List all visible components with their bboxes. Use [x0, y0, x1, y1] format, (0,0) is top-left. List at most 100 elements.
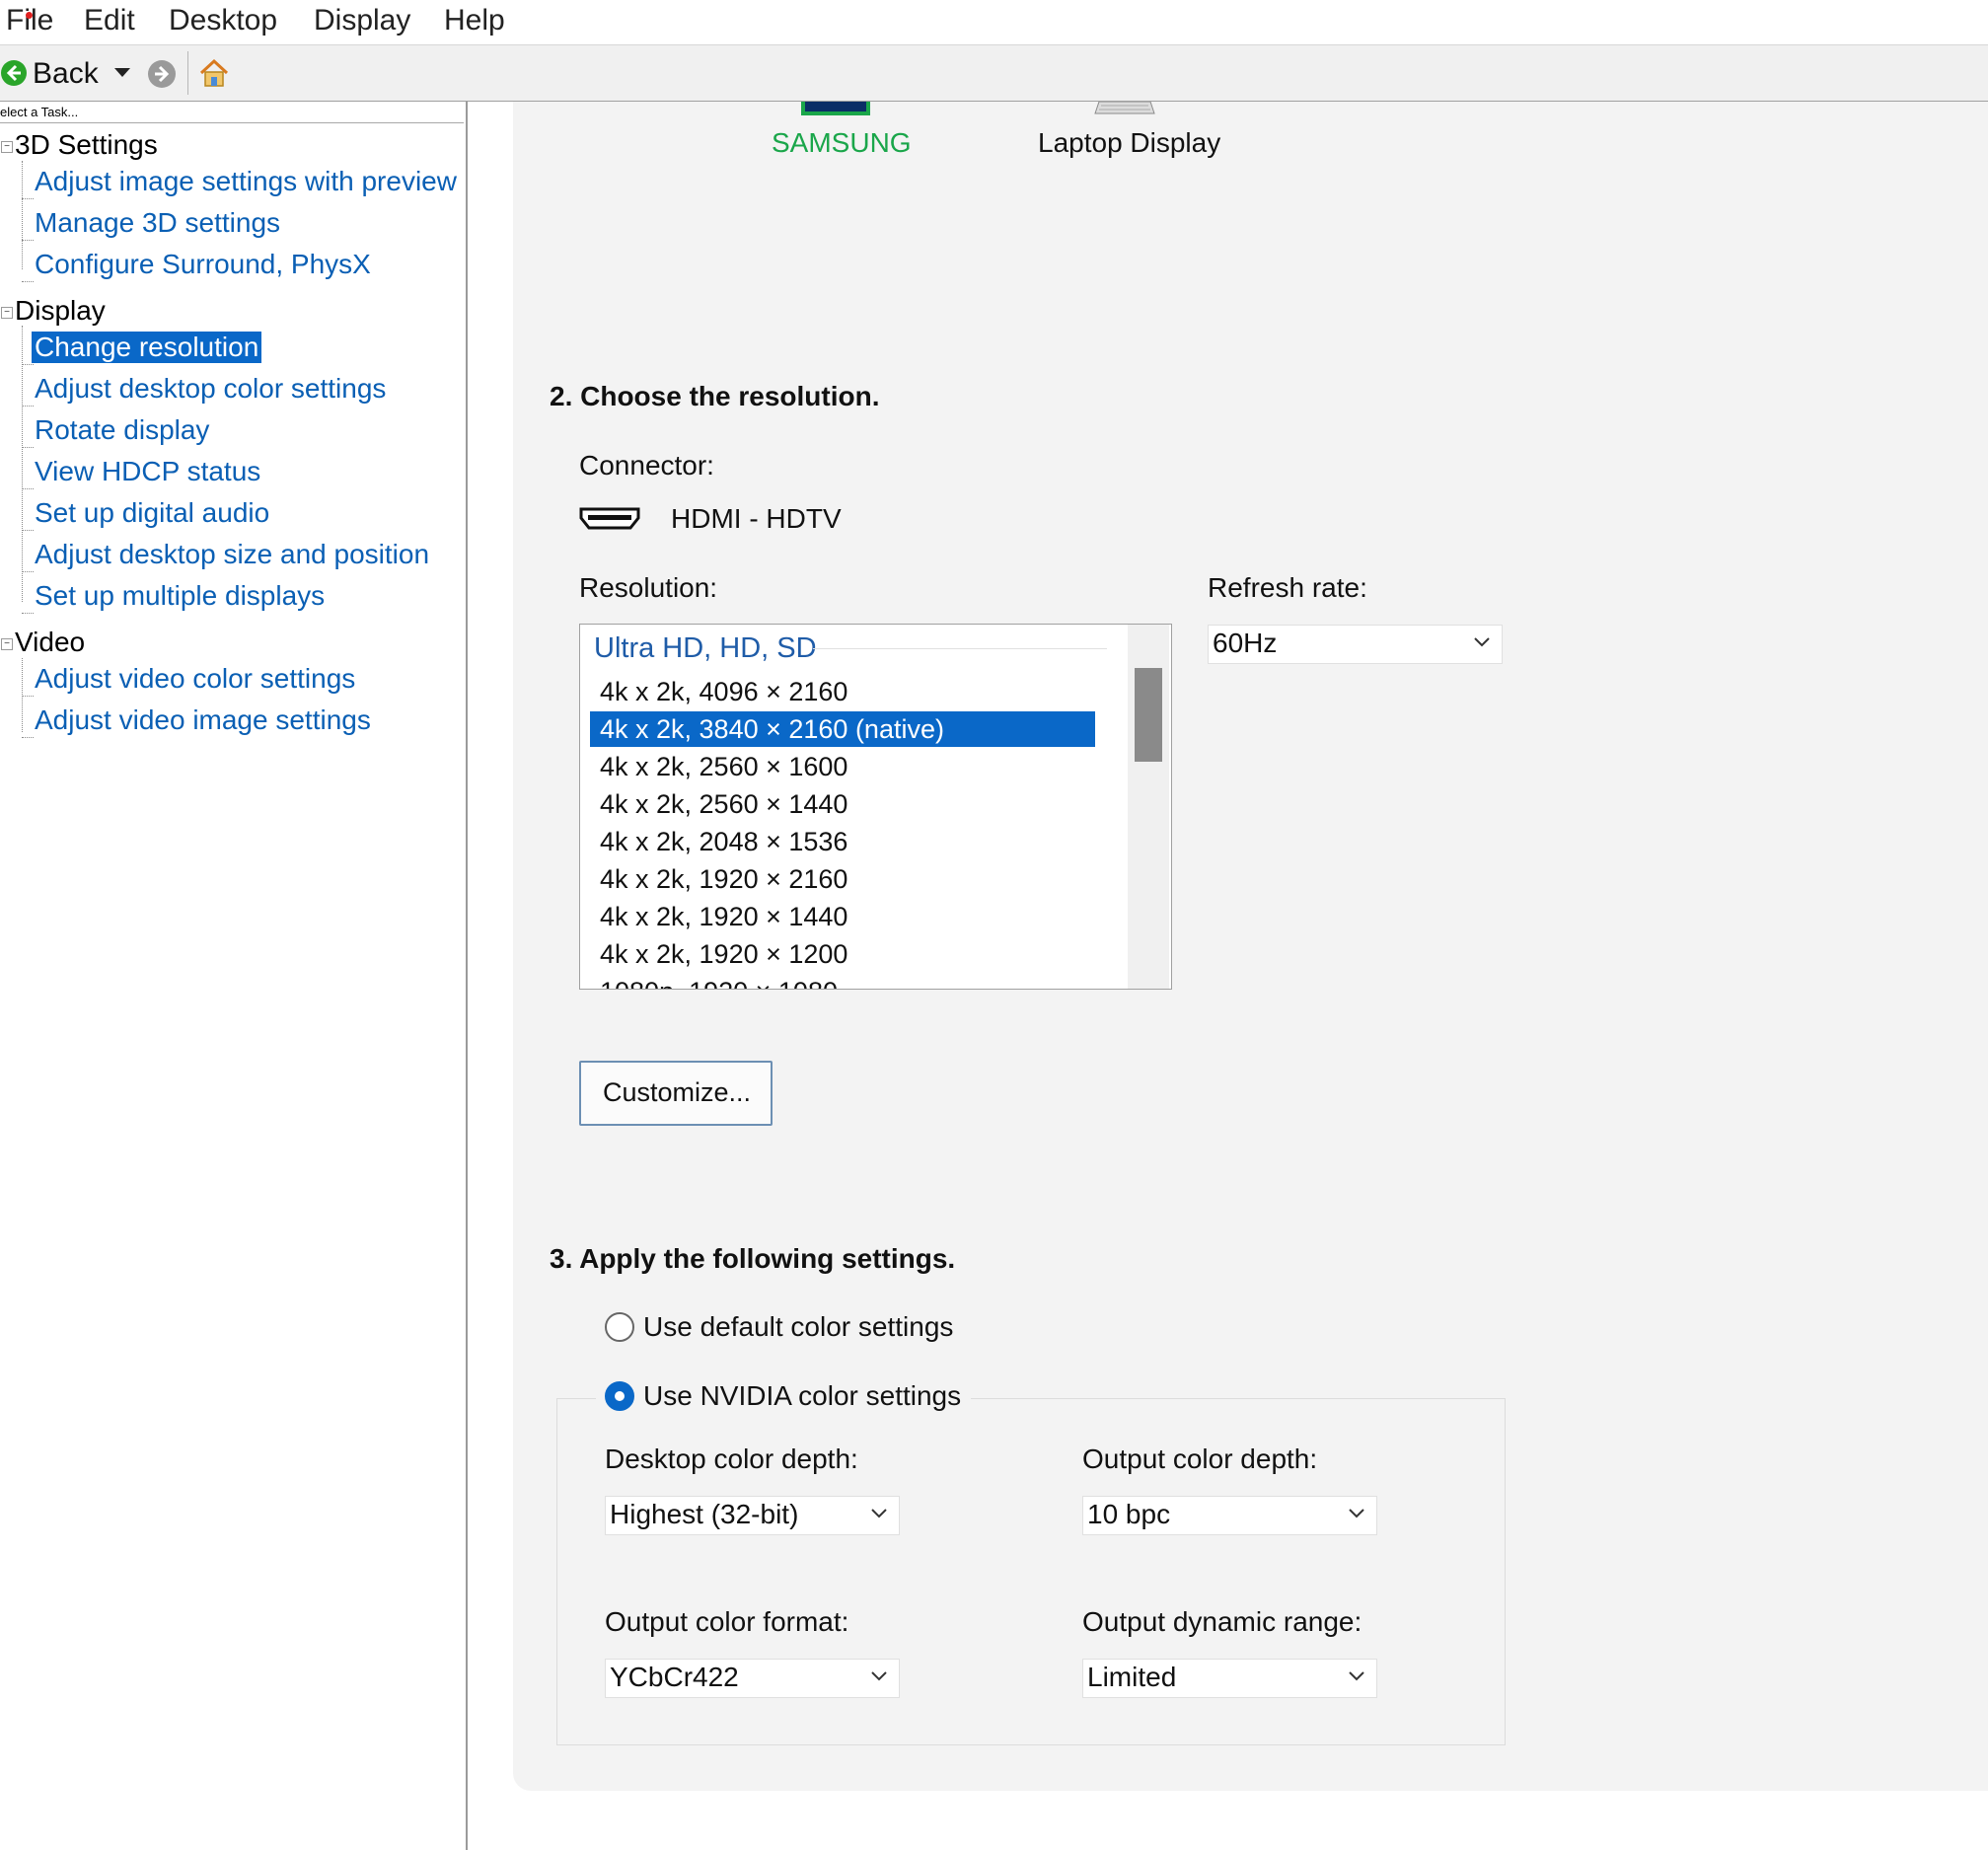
output-color-depth-label: Output color depth:: [1082, 1443, 1318, 1474]
task-setup-multiple-displays[interactable]: Set up multiple displays: [32, 580, 328, 612]
menu-file[interactable]: File: [6, 4, 53, 37]
tree-connector: [22, 326, 23, 602]
tree-connector: [22, 696, 34, 697]
list-item[interactable]: 4k x 2k, 2560 × 1440: [590, 786, 1095, 822]
radio-default-color-label[interactable]: Use default color settings: [643, 1311, 953, 1343]
category-3d-settings[interactable]: 3D Settings: [15, 129, 158, 161]
display-samsung[interactable]: SAMSUNG: [760, 102, 977, 161]
output-dynamic-range-label: Output dynamic range:: [1082, 1606, 1362, 1637]
resolution-label: Resolution:: [579, 572, 718, 603]
list-group-divider: [813, 648, 1107, 649]
tree-connector: [22, 488, 34, 489]
task-view-hdcp-status[interactable]: View HDCP status: [32, 456, 263, 487]
chevron-down-icon: [1349, 1509, 1364, 1518]
radio-default-color[interactable]: [605, 1312, 634, 1342]
task-configure-surround[interactable]: Configure Surround, PhysX: [32, 249, 374, 280]
menu-display[interactable]: Display: [314, 4, 410, 37]
resolution-list[interactable]: Ultra HD, HD, SD 4k x 2k, 4096 × 2160 4k…: [579, 624, 1172, 990]
display-laptop[interactable]: Laptop Display: [1026, 102, 1243, 161]
chevron-down-icon: [871, 1671, 887, 1681]
toolbar-separator: [187, 51, 188, 95]
back-button[interactable]: Back: [0, 51, 118, 95]
list-item[interactable]: 4k x 2k, 1920 × 1200: [590, 936, 1095, 972]
list-item[interactable]: 4k x 2k, 2048 × 1536: [590, 824, 1095, 859]
output-dynamic-range-value: Limited: [1087, 1662, 1177, 1692]
connector-label: Connector:: [579, 450, 714, 481]
collapse-video-icon[interactable]: −: [1, 638, 13, 650]
list-item[interactable]: 4k x 2k, 1920 × 1440: [590, 899, 1095, 934]
forward-arrow-icon[interactable]: [147, 59, 177, 89]
display-samsung-label: SAMSUNG: [772, 127, 912, 158]
task-setup-digital-audio[interactable]: Set up digital audio: [32, 497, 272, 529]
home-icon[interactable]: [197, 57, 231, 89]
back-dropdown-chevron-icon[interactable]: [113, 67, 131, 79]
list-group-header: Ultra HD, HD, SD: [594, 632, 817, 664]
category-video[interactable]: Video: [15, 627, 85, 658]
customize-button[interactable]: Customize...: [579, 1061, 773, 1126]
task-pane-caption: elect a Task...: [0, 105, 79, 119]
refresh-rate-label: Refresh rate:: [1208, 572, 1367, 603]
desktop-color-depth-label: Desktop color depth:: [605, 1443, 858, 1474]
toolbar: Back: [0, 45, 1988, 102]
radio-nvidia-color[interactable]: [605, 1381, 634, 1411]
task-adjust-image-settings[interactable]: Adjust image settings with preview: [32, 166, 460, 197]
refresh-rate-value: 60Hz: [1213, 628, 1278, 658]
list-item[interactable]: 4k x 2k, 2560 × 1600: [590, 749, 1095, 784]
list-item[interactable]: 1080p, 1920 × 1080: [590, 974, 1095, 989]
tree-connector: [22, 364, 34, 365]
task-change-resolution[interactable]: Change resolution: [32, 332, 262, 363]
laptop-icon: [1094, 102, 1155, 114]
menu-desktop[interactable]: Desktop: [169, 4, 277, 37]
desktop-color-depth-dropdown[interactable]: Highest (32-bit): [605, 1496, 900, 1535]
collapse-3d-settings-icon[interactable]: −: [1, 141, 13, 153]
desktop-color-depth-value: Highest (32-bit): [610, 1499, 799, 1529]
list-item[interactable]: 4k x 2k, 4096 × 2160: [590, 674, 1095, 709]
display-laptop-label: Laptop Display: [1038, 127, 1221, 158]
task-pane: [0, 102, 468, 1850]
section-3-heading: 3. Apply the following settings.: [550, 1243, 956, 1274]
task-adjust-desktop-color[interactable]: Adjust desktop color settings: [32, 373, 389, 405]
task-pane-divider: [0, 122, 464, 123]
monitor-icon: [801, 102, 870, 115]
list-item-selected[interactable]: 4k x 2k, 3840 × 2160 (native): [590, 711, 1095, 747]
hdmi-connector-icon: [579, 507, 640, 530]
task-manage-3d-settings[interactable]: Manage 3D settings: [32, 207, 283, 239]
task-rotate-display[interactable]: Rotate display: [32, 414, 212, 446]
chevron-down-icon: [1474, 637, 1490, 647]
output-color-format-value: YCbCr422: [610, 1662, 739, 1692]
tree-connector: [22, 613, 34, 614]
menu-bar: File Edit Desktop Display Help: [0, 0, 1988, 45]
refresh-rate-dropdown[interactable]: 60Hz: [1208, 625, 1503, 664]
tree-connector: [22, 406, 34, 407]
category-display[interactable]: Display: [15, 295, 106, 327]
collapse-display-icon[interactable]: −: [1, 307, 13, 319]
output-color-depth-dropdown[interactable]: 10 bpc: [1082, 1496, 1377, 1535]
radio-nvidia-color-label[interactable]: Use NVIDIA color settings: [643, 1380, 961, 1412]
tree-connector: [22, 447, 34, 448]
tree-connector: [22, 530, 34, 531]
customize-button-label: Customize...: [603, 1077, 752, 1107]
scrollbar-thumb[interactable]: [1135, 668, 1162, 762]
output-color-depth-value: 10 bpc: [1087, 1499, 1171, 1529]
output-color-format-dropdown[interactable]: YCbCr422: [605, 1659, 900, 1698]
task-adjust-video-color[interactable]: Adjust video color settings: [32, 663, 358, 695]
task-adjust-desktop-size[interactable]: Adjust desktop size and position: [32, 539, 432, 570]
tree-connector: [22, 281, 34, 282]
menu-edit[interactable]: Edit: [84, 4, 135, 37]
section-2-heading: 2. Choose the resolution.: [550, 381, 880, 411]
output-color-format-label: Output color format:: [605, 1606, 849, 1637]
tree-connector: [22, 737, 34, 738]
menu-help[interactable]: Help: [444, 4, 505, 37]
tree-connector: [22, 161, 23, 269]
connector-value: HDMI - HDTV: [671, 503, 842, 534]
tree-connector: [22, 198, 34, 199]
list-item[interactable]: 4k x 2k, 1920 × 2160: [590, 861, 1095, 897]
back-arrow-icon: [1, 60, 27, 86]
output-dynamic-range-dropdown[interactable]: Limited: [1082, 1659, 1377, 1698]
cursor-dot-icon: [26, 12, 33, 19]
task-adjust-video-image[interactable]: Adjust video image settings: [32, 704, 374, 736]
tree-connector: [22, 571, 34, 572]
chevron-down-icon: [871, 1509, 887, 1518]
back-label: Back: [33, 57, 99, 90]
chevron-down-icon: [1349, 1671, 1364, 1681]
